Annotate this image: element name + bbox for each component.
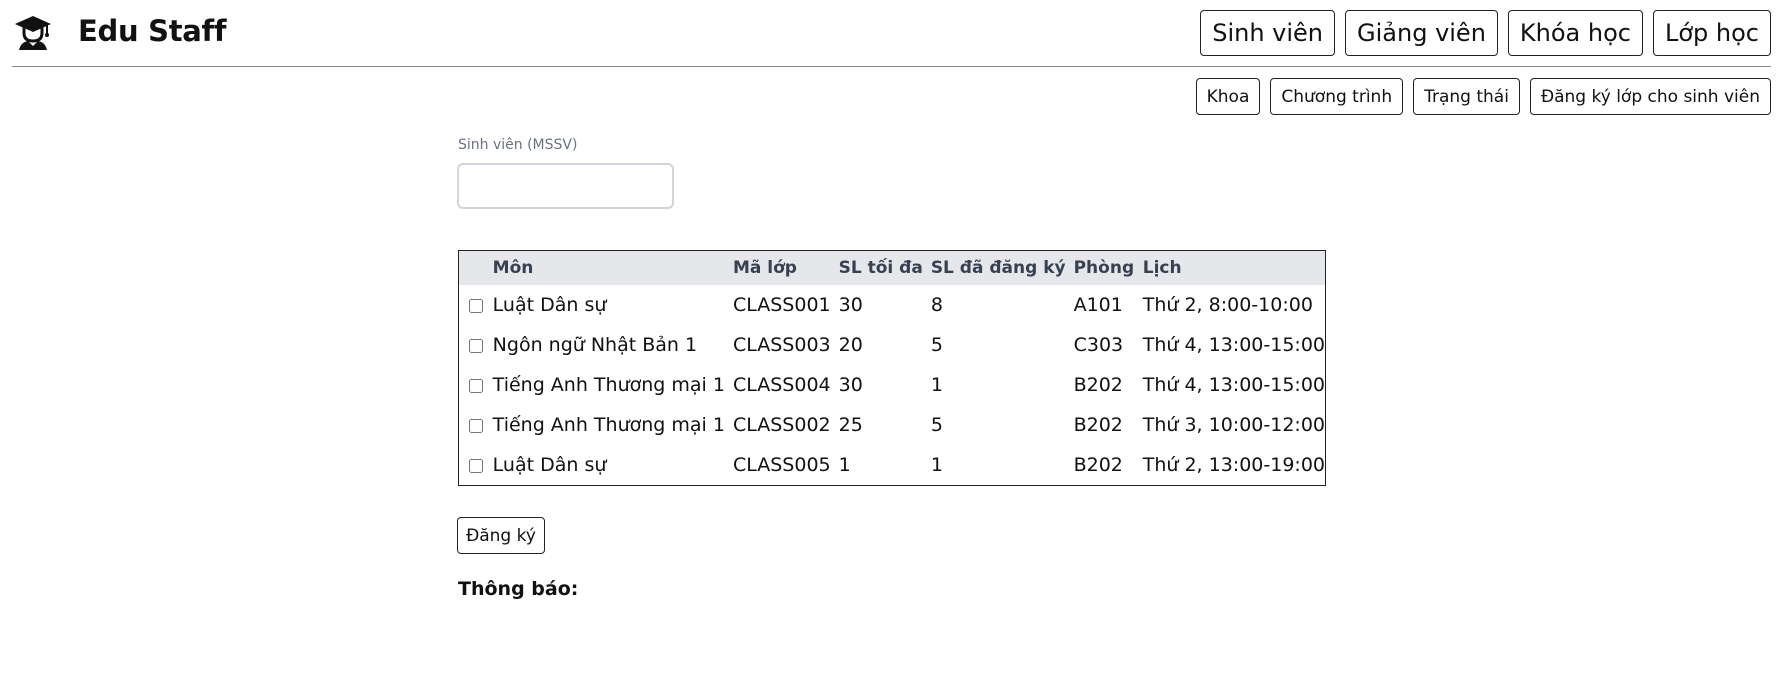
column-header-max: SL tối đa [838, 258, 923, 278]
cell-registered: 1 [930, 374, 943, 396]
column-header-subject: Môn [492, 258, 534, 278]
table-row: Tiếng Anh Thương mại 1 CLASS004 30 1 B20… [459, 365, 1325, 405]
cell-registered: 1 [930, 454, 943, 476]
cell-registered: 8 [930, 294, 943, 316]
column-header-registered: SL đã đăng ký [930, 258, 1066, 278]
cell-subject: Ngôn ngữ Nhật Bản 1 [492, 334, 698, 356]
table-header-row: Môn Mã lớp SL tối đa SL đã đăng ký Phòng… [459, 251, 1325, 285]
nav-giang-vien-button[interactable]: Giảng viên [1345, 10, 1498, 56]
cell-max: 25 [838, 414, 863, 436]
nav-sinh-vien-button[interactable]: Sinh viên [1200, 10, 1336, 56]
student-id-label: Sinh viên (MSSV) [458, 137, 578, 153]
cell-schedule: Thứ 2, 13:00-19:00 [1142, 454, 1325, 476]
row-checkbox[interactable] [469, 378, 483, 393]
cell-class-code: CLASS005 [732, 454, 831, 476]
column-header-class-code: Mã lớp [732, 258, 797, 278]
cell-max: 1 [838, 454, 851, 476]
register-button[interactable]: Đăng ký [457, 517, 545, 554]
cell-subject: Luật Dân sự [492, 454, 607, 476]
cell-schedule: Thứ 4, 13:00-15:00 [1142, 374, 1325, 396]
cell-room: C303 [1073, 334, 1124, 356]
cell-class-code: CLASS002 [732, 414, 831, 436]
notice-label: Thông báo: [458, 578, 579, 600]
student-id-input[interactable] [457, 163, 674, 209]
row-checkbox[interactable] [469, 338, 483, 353]
nav-khoa-hoc-button[interactable]: Khóa học [1507, 10, 1643, 56]
column-header-room: Phòng [1073, 258, 1135, 278]
cell-max: 30 [838, 374, 863, 396]
brand-title: Edu Staff [78, 14, 227, 48]
cell-room: B202 [1073, 374, 1123, 396]
cell-max: 20 [838, 334, 863, 356]
app-header: Edu Staff Sinh viên Giảng viên Khóa học … [0, 0, 1789, 68]
row-checkbox[interactable] [469, 458, 483, 473]
class-table: Môn Mã lớp SL tối đa SL đã đăng ký Phòng… [458, 250, 1326, 486]
row-checkbox[interactable] [469, 418, 483, 433]
cell-class-code: CLASS001 [732, 294, 831, 316]
cell-room: A101 [1073, 294, 1123, 316]
nav-khoa-button[interactable]: Khoa [1195, 78, 1261, 115]
sub-nav: Khoa Chương trình Trạng thái Đăng ký lớp… [1195, 78, 1771, 115]
table-row: Ngôn ngữ Nhật Bản 1 CLASS003 20 5 C303 T… [459, 325, 1325, 365]
column-header-schedule: Lịch [1142, 258, 1182, 278]
cell-schedule: Thứ 3, 10:00-12:00 [1142, 414, 1325, 436]
cell-schedule: Thứ 2, 8:00-10:00 [1142, 294, 1313, 316]
cell-registered: 5 [930, 334, 943, 356]
nav-chuong-trinh-button[interactable]: Chương trình [1270, 78, 1404, 115]
cell-subject: Tiếng Anh Thương mại 1 [492, 374, 725, 396]
table-row: Luật Dân sự CLASS001 30 8 A101 Thứ 2, 8:… [459, 285, 1325, 325]
nav-lop-hoc-button[interactable]: Lớp học [1652, 10, 1771, 56]
main-nav: Sinh viên Giảng viên Khóa học Lớp học [1200, 10, 1771, 56]
table-row: Luật Dân sự CLASS005 1 1 B202 Thứ 2, 13:… [459, 445, 1325, 485]
graduation-cap-icon [15, 16, 51, 50]
cell-max: 30 [838, 294, 863, 316]
cell-registered: 5 [930, 414, 943, 436]
cell-room: B202 [1073, 414, 1123, 436]
nav-trang-thai-button[interactable]: Trạng thái [1413, 78, 1520, 115]
row-checkbox[interactable] [469, 298, 483, 313]
cell-subject: Tiếng Anh Thương mại 1 [492, 414, 725, 436]
cell-room: B202 [1073, 454, 1123, 476]
column-header-select [459, 251, 485, 285]
table-row: Tiếng Anh Thương mại 1 CLASS002 25 5 B20… [459, 405, 1325, 445]
cell-subject: Luật Dân sự [492, 294, 607, 316]
nav-dang-ky-lop-button[interactable]: Đăng ký lớp cho sinh viên [1529, 78, 1771, 115]
cell-class-code: CLASS003 [732, 334, 831, 356]
cell-schedule: Thứ 4, 13:00-15:00 [1142, 334, 1325, 356]
header-divider [12, 66, 1771, 67]
cell-class-code: CLASS004 [732, 374, 831, 396]
